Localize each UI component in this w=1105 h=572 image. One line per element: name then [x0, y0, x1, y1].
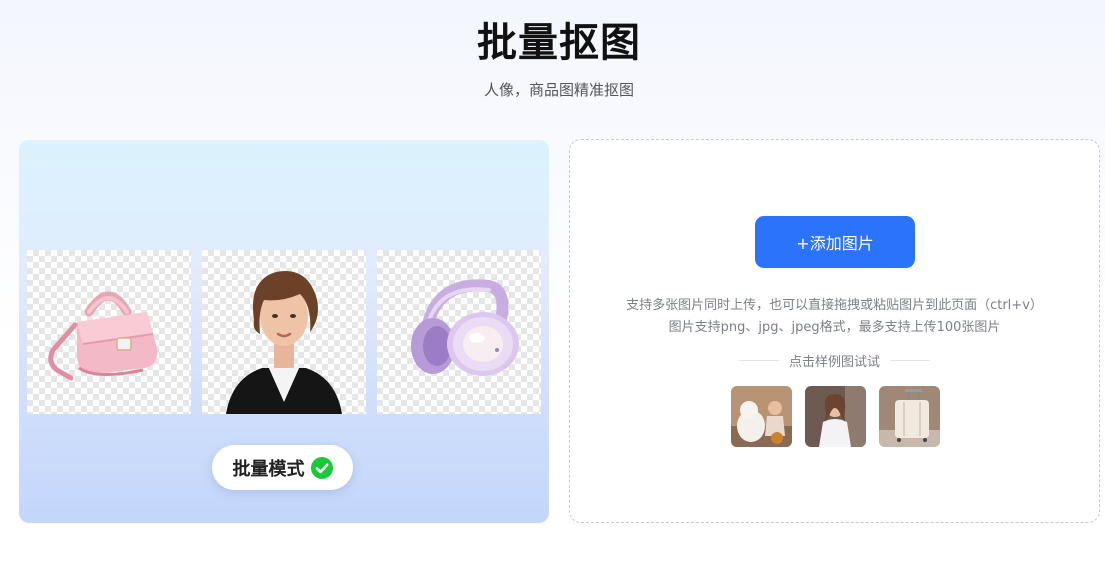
check-circle-icon: [310, 456, 333, 479]
samples-label: 点击样例图试试: [788, 354, 880, 370]
batch-mode-label: 批量模式: [232, 458, 305, 480]
woman-white-shirt-icon: [805, 386, 866, 447]
divider-line-left: [738, 359, 779, 361]
sample-thumb-woman-shirt[interactable]: [805, 386, 866, 447]
purple-headphones-icon: [411, 279, 519, 376]
sample-thumb-child-dog[interactable]: [731, 386, 792, 447]
upload-hint-dragdrop: 支持多张图片同时上传，也可以直接拖拽或粘贴图片到此页面（ctrl+v）: [626, 298, 1043, 313]
showcase-panel: 批量模式: [19, 140, 549, 523]
divider-line-right: [890, 359, 930, 361]
showcase-tile-headphones: [377, 250, 541, 414]
add-image-button[interactable]: +添加图片: [755, 216, 915, 268]
pink-handbag-icon: [48, 291, 158, 381]
upload-dropzone[interactable]: +添加图片 支持多张图片同时上传，也可以直接拖拽或粘贴图片到此页面（ctrl+v…: [569, 139, 1100, 523]
child-with-dog-icon: [731, 386, 792, 447]
samples-divider: 点击样例图试试: [570, 351, 1099, 370]
page-title: 批量抠图: [477, 20, 641, 66]
showcase-tile-portrait: [202, 250, 366, 414]
page-subtitle: 人像，商品图精准抠图: [483, 81, 634, 99]
woman-portrait-icon: [226, 271, 342, 414]
sample-thumb-suitcase[interactable]: [879, 386, 940, 447]
batch-mode-badge: 批量模式: [212, 445, 353, 490]
white-suitcase-icon: [879, 386, 940, 447]
upload-hint-formats: 图片支持png、jpg、jpeg格式，最多支持上传100张图片: [668, 320, 1001, 335]
showcase-tile-handbag: [27, 250, 191, 414]
